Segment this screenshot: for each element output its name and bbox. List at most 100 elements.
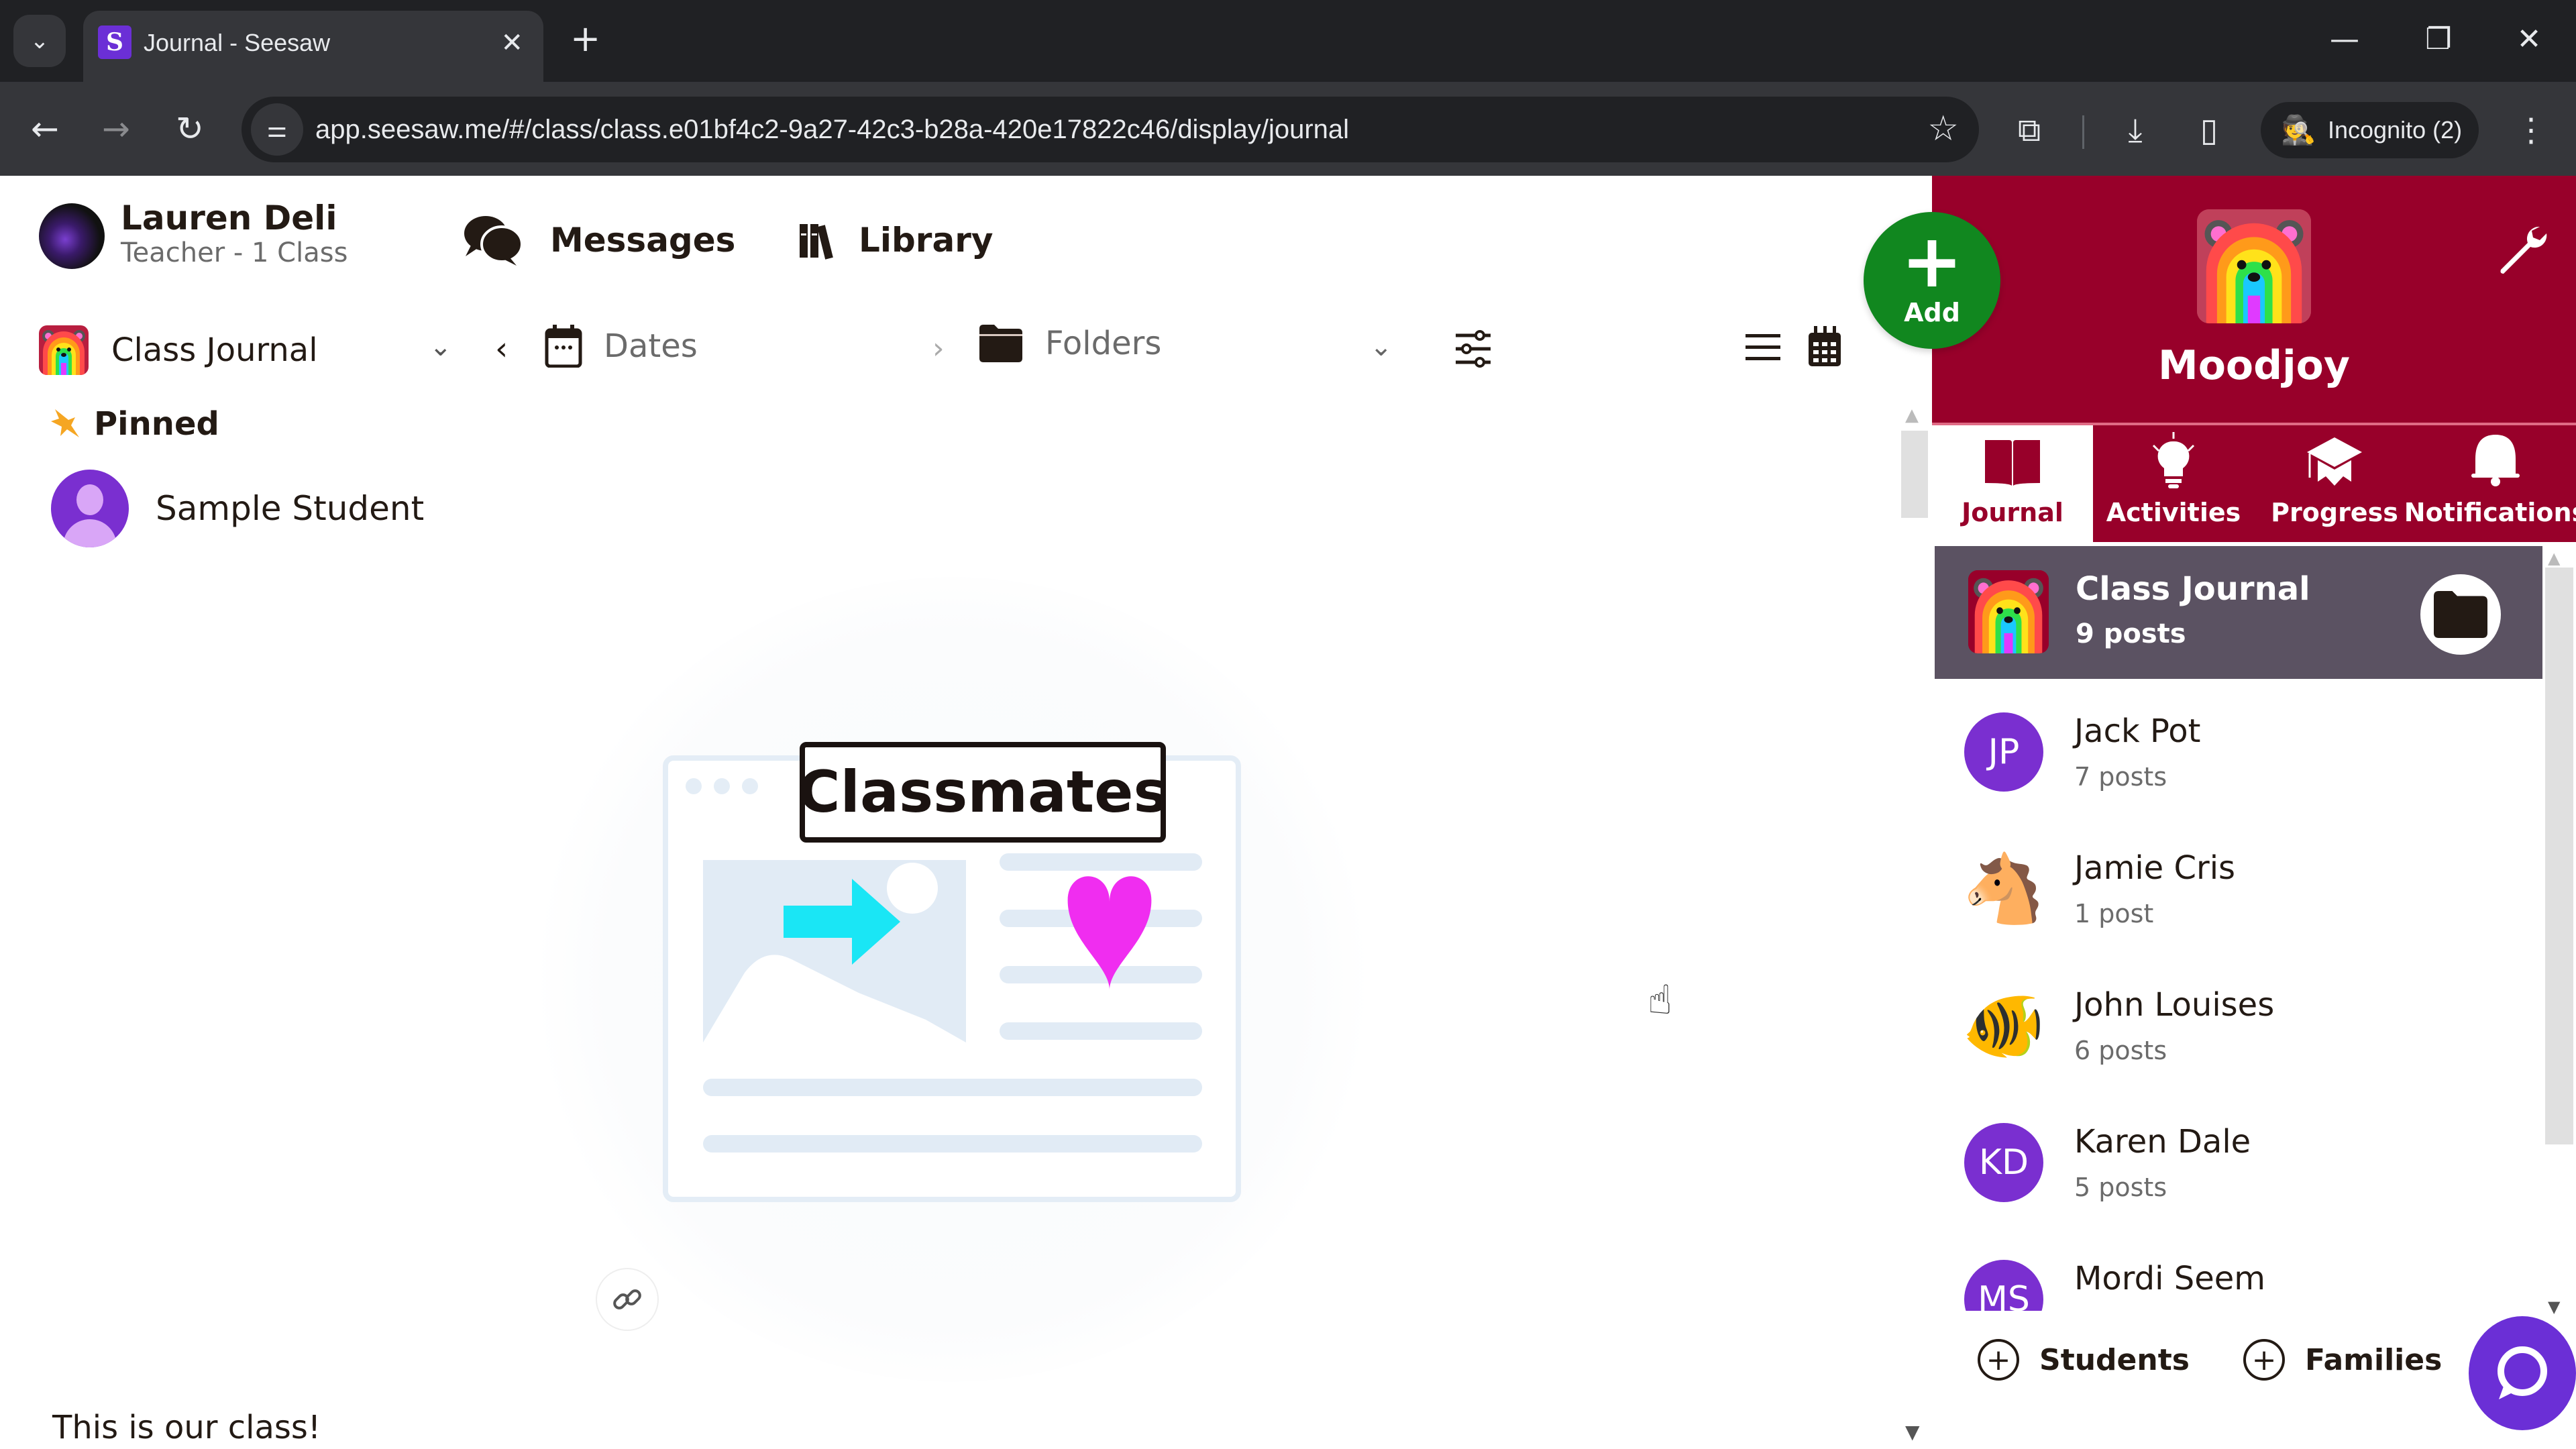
student-avatar: MS <box>1964 1260 2043 1311</box>
dates-label: Dates <box>604 327 698 365</box>
url-text[interactable]: app.seesaw.me/#/class/class.e01bf4c2-9a2… <box>315 111 1349 148</box>
chevron-down-icon[interactable]: ⌄ <box>429 331 452 362</box>
class-avatar-icon[interactable] <box>2197 209 2311 323</box>
tab-label: Journal <box>1962 498 2063 527</box>
messages-button[interactable]: Messages <box>463 213 735 267</box>
tab-label: Notifications <box>2404 498 2576 527</box>
extensions-icon[interactable]: ⧉ <box>2006 110 2053 150</box>
horse-avatar-icon: 🐴 <box>1962 849 2046 928</box>
add-families-button[interactable]: + Families <box>2243 1339 2442 1381</box>
student-item[interactable]: JP Jack Pot 7 posts <box>1932 679 2540 816</box>
side-panel-icon[interactable]: ▯ <box>2186 110 2233 150</box>
add-label: Add <box>1904 298 1960 327</box>
chevron-down-icon: ⌄ <box>30 28 50 54</box>
student-post-count: 1 post <box>2074 899 2154 928</box>
browser-menu-icon[interactable]: ⋮ <box>2508 110 2555 150</box>
tab-label: Activities <box>2106 498 2241 527</box>
student-name: Jack Pot <box>2074 712 2201 750</box>
journal-toolbar: Class Journal ⌄ ‹ Dates › Folders ⌄ <box>0 315 1892 382</box>
fish-avatar-icon: 🐠 <box>1962 986 2046 1065</box>
calendar-view-button[interactable] <box>1807 326 1842 370</box>
tab-journal[interactable]: Journal <box>1932 425 2093 542</box>
class-journal-post-count: 9 posts <box>2076 619 2186 649</box>
list-scrollbar-thumb[interactable] <box>2545 568 2573 1144</box>
download-icon[interactable]: ⤓ <box>2112 110 2159 150</box>
browser-tab-active[interactable]: S Journal - Seesaw ✕ <box>83 11 543 82</box>
library-books-icon <box>800 224 833 260</box>
chevron-down-icon[interactable]: ⌄ <box>1370 331 1393 362</box>
close-window-button[interactable]: ✕ <box>2499 16 2559 63</box>
pinned-student-item[interactable]: Sample Student <box>51 470 424 547</box>
bookmark-star-icon[interactable]: ☆ <box>1927 109 1959 149</box>
book-icon <box>1985 440 2040 486</box>
site-info-icon[interactable]: ⚌ <box>251 103 303 156</box>
class-journal-item[interactable]: Class Journal 9 posts <box>1935 546 2542 679</box>
main-scrollbar-thumb[interactable] <box>1901 431 1928 518</box>
tab-search-button[interactable]: ⌄ <box>13 15 66 67</box>
restore-window-button[interactable]: ❐ <box>2408 16 2469 63</box>
seesaw-favicon-icon: S <box>98 25 131 59</box>
link-icon <box>613 1289 641 1309</box>
pinned-header: Pinned <box>48 405 219 443</box>
reload-button[interactable]: ↻ <box>166 109 213 149</box>
filter-button[interactable] <box>1453 329 1493 372</box>
student-name: Karen Dale <box>2074 1123 2251 1161</box>
post-caption: This is our class! <box>52 1409 321 1446</box>
folders-button[interactable]: Folders <box>979 325 1161 362</box>
list-scroll-up-arrow[interactable]: ▲ <box>2548 549 2560 568</box>
class-header: Moodjoy <box>1932 176 2576 423</box>
list-icon <box>1746 334 1780 360</box>
class-journal-select[interactable]: Class Journal <box>39 323 318 377</box>
tab-activities[interactable]: Activities <box>2093 425 2254 542</box>
families-label: Families <box>2305 1342 2443 1377</box>
forward-button[interactable]: → <box>93 109 140 149</box>
back-button[interactable]: ← <box>21 109 68 149</box>
incognito-badge[interactable]: 🕵 Incognito (2) <box>2261 102 2479 158</box>
chat-bubbles-icon <box>464 216 523 266</box>
chat-bubble-icon <box>2498 1346 2547 1399</box>
plus-circle-icon: + <box>1978 1339 2019 1381</box>
lightbulb-icon <box>2152 432 2195 488</box>
close-tab-icon[interactable]: ✕ <box>500 25 523 60</box>
student-name: Mordi Seem <box>2074 1260 2266 1297</box>
student-avatar: KD <box>1964 1123 2043 1202</box>
pin-icon <box>51 409 79 437</box>
wrench-icon <box>2500 226 2547 274</box>
class-settings-button[interactable] <box>2496 223 2549 279</box>
sidebar-bottom-bar: + Students + Families <box>1932 1316 2576 1449</box>
student-item[interactable]: KD Karen Dale 5 posts <box>1932 1089 2540 1226</box>
list-scroll-down-arrow[interactable]: ▼ <box>2548 1297 2560 1316</box>
new-tab-button[interactable]: + <box>570 19 600 59</box>
folder-icon <box>979 325 1022 362</box>
minimize-window-button[interactable]: — <box>2314 16 2375 63</box>
folders-button[interactable] <box>2420 574 2501 655</box>
folder-icon <box>2434 591 2487 638</box>
list-view-button[interactable] <box>1744 329 1782 369</box>
user-name[interactable]: Lauren Deli <box>121 199 337 237</box>
add-post-button[interactable]: + Add <box>1864 212 2000 349</box>
toolbar-divider <box>2082 115 2084 149</box>
scroll-down-arrow[interactable]: ▼ <box>1905 1421 1920 1443</box>
copy-link-button[interactable] <box>596 1268 659 1331</box>
student-item[interactable]: 🐠 John Louises 6 posts <box>1932 953 2540 1089</box>
scroll-up-arrow[interactable]: ▲ <box>1905 405 1919 425</box>
tab-progress[interactable]: Progress <box>2254 425 2415 542</box>
student-avatar <box>51 470 129 547</box>
tab-notifications[interactable]: Notifications <box>2404 425 2576 542</box>
address-bar[interactable]: ⚌ app.seesaw.me/#/class/class.e01bf4c2-9… <box>241 97 1979 162</box>
dates-button[interactable]: Dates <box>545 325 698 368</box>
user-role: Teacher - 1 Class <box>121 237 348 268</box>
library-button[interactable]: Library <box>798 213 993 267</box>
student-item[interactable]: 🐴 Jamie Cris 1 post <box>1932 816 2540 953</box>
user-avatar[interactable] <box>39 203 105 269</box>
student-name: Sample Student <box>156 489 425 528</box>
student-item[interactable]: MS Mordi Seem 5 posts <box>1932 1226 2540 1311</box>
previous-date-button[interactable]: ‹ <box>495 330 508 368</box>
add-students-button[interactable]: + Students <box>1978 1339 2190 1381</box>
next-date-button[interactable]: › <box>932 331 945 366</box>
help-chat-button[interactable] <box>2469 1316 2576 1430</box>
class-select-label: Class Journal <box>111 331 318 369</box>
sidebar-tabs: Journal Activities Progress Notification… <box>1932 423 2576 542</box>
classmates-label: Classmates <box>798 742 1168 843</box>
rainbow-bear-icon <box>39 325 89 375</box>
